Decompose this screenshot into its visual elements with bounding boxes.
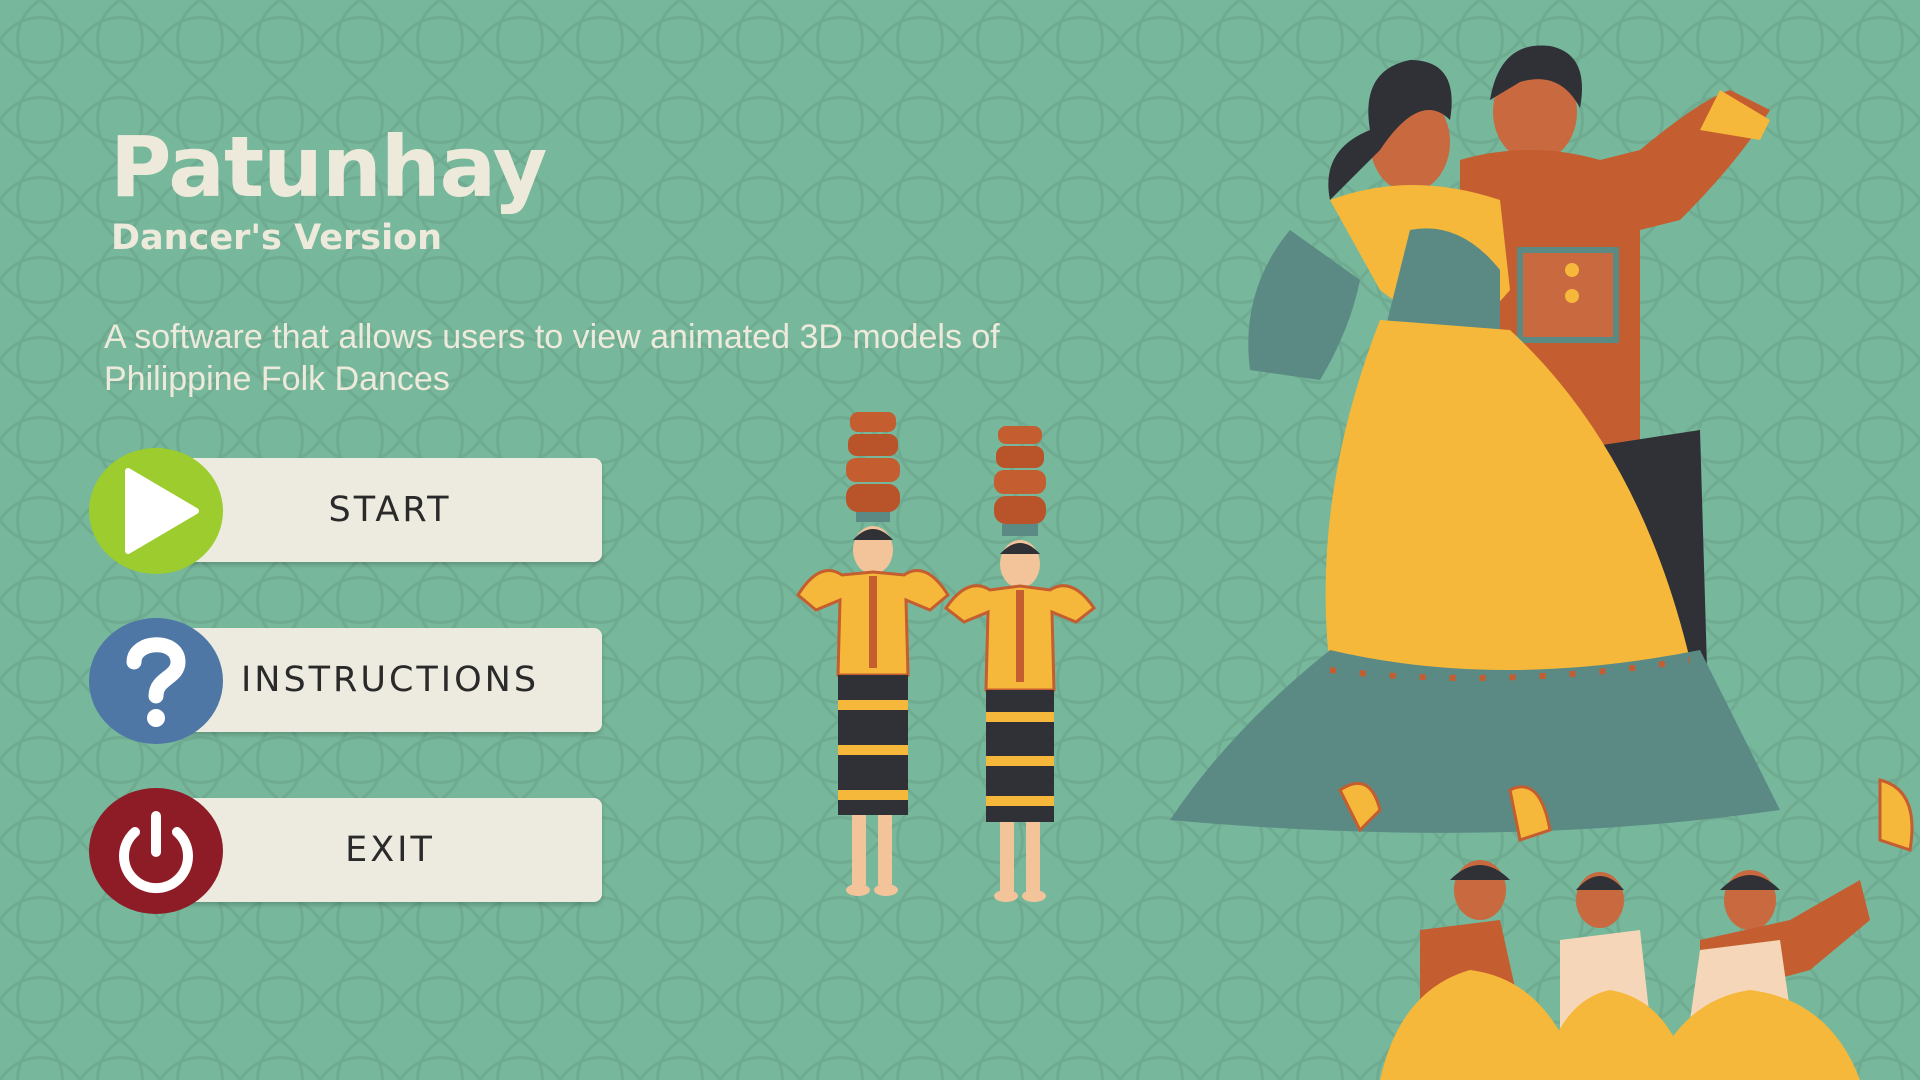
app-title: Patunhay xyxy=(110,118,547,216)
start-button-label: START xyxy=(328,490,452,530)
exit-button-label: EXIT xyxy=(345,830,435,870)
fan-dancer-right xyxy=(1650,778,1914,1080)
dancing-couple-illustration xyxy=(1170,45,1780,833)
pot-dancer-right xyxy=(943,426,1097,902)
play-icon[interactable] xyxy=(88,446,224,576)
start-button[interactable]: START xyxy=(88,446,604,576)
exit-button[interactable]: EXIT xyxy=(88,786,604,916)
app-description: A software that allows users to view ani… xyxy=(104,318,1000,398)
instructions-button[interactable]: INSTRUCTIONS xyxy=(88,616,604,746)
question-mark-icon[interactable] xyxy=(88,616,224,746)
pot-dancers-illustration xyxy=(796,412,1097,902)
app-subtitle: Dancer's Version xyxy=(111,218,443,258)
pot-dancer-left xyxy=(796,412,950,896)
power-icon[interactable] xyxy=(88,786,224,916)
instructions-button-label: INSTRUCTIONS xyxy=(240,660,540,700)
fan-dancers-illustration xyxy=(1338,778,1914,1080)
